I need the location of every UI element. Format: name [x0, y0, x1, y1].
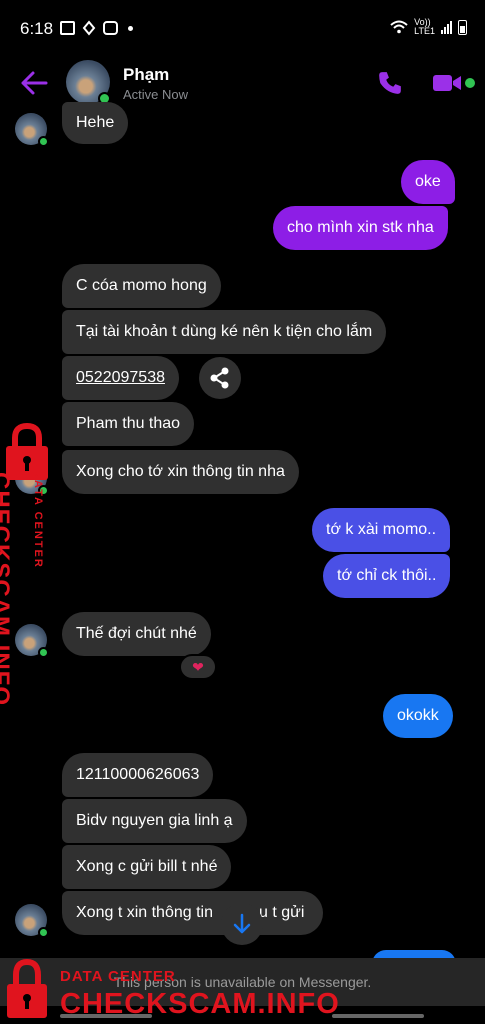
wifi-icon	[390, 20, 408, 34]
status-time: 6:18	[20, 19, 54, 38]
signal-icon	[441, 20, 452, 34]
incoming-message[interactable]: Pham thu thao	[62, 402, 195, 446]
lock-watermark-icon	[7, 958, 47, 1018]
battery-icon	[458, 19, 467, 35]
back-arrow-icon[interactable]	[20, 70, 48, 96]
outgoing-message[interactable]: cho mình xin stk nha	[273, 206, 448, 250]
status-bar: 6:18 Vo)) LTE1	[0, 0, 485, 58]
incoming-message[interactable]: Tại tài khoản t dùng ké nên k tiện cho l…	[62, 310, 387, 354]
arrow-down-icon	[233, 913, 251, 934]
lte-label: LTE1	[414, 26, 435, 36]
watermark-side-label: DATA CENTER	[32, 470, 44, 569]
phone-call-icon[interactable]	[377, 70, 403, 96]
message-text: Xong t xin thông tin	[76, 904, 213, 921]
incoming-message[interactable]: Hehe	[62, 102, 129, 144]
active-indicator	[38, 136, 49, 147]
sender-avatar[interactable]	[15, 624, 49, 658]
active-indicator	[38, 927, 49, 938]
phone-number-link[interactable]: 0522097538	[62, 356, 179, 400]
watermark-brand: CHECKSCAM.INFO	[60, 988, 340, 1020]
gallery-icon	[60, 21, 75, 35]
message-text-tail: u t gửi	[259, 904, 305, 921]
incoming-message[interactable]: 12110000626063	[62, 753, 214, 797]
incoming-message[interactable]: C cóa momo hong	[62, 264, 221, 308]
watermark-side-brand: CHECKSCAM.INFO	[0, 472, 14, 706]
contact-name[interactable]: Phạm	[123, 65, 169, 85]
video-active-dot	[465, 78, 475, 88]
outgoing-message[interactable]: tớ k xài momo..	[312, 508, 451, 552]
incoming-message[interactable]: Xong cho tớ xin thông tin nha	[62, 450, 299, 494]
contact-status: Active Now	[123, 87, 189, 102]
notification-icons	[60, 20, 133, 36]
video-call-icon[interactable]	[432, 72, 462, 94]
active-indicator	[38, 647, 49, 658]
app-icon	[82, 20, 96, 36]
sender-avatar[interactable]	[15, 113, 49, 147]
outgoing-message[interactable]: tớ chỉ ck thôi..	[323, 554, 451, 598]
scroll-to-bottom-button[interactable]	[221, 903, 263, 945]
share-button[interactable]	[199, 357, 241, 399]
nav-handle-right	[332, 1014, 424, 1018]
share-icon	[210, 367, 229, 389]
heart-reaction[interactable]: ❤	[179, 654, 217, 680]
media-icon	[103, 21, 118, 35]
system-icons: Vo)) LTE1	[390, 18, 467, 36]
watermark-label: DATA CENTER	[60, 968, 176, 985]
incoming-message[interactable]: Thế đợi chút nhé	[62, 612, 211, 656]
outgoing-message[interactable]: oke	[401, 160, 455, 204]
more-notifications-dot	[128, 25, 133, 31]
incoming-message[interactable]: Xong c gửi bill t nhé	[62, 845, 232, 889]
incoming-message[interactable]: Bidv nguyen gia linh ạ	[62, 799, 247, 843]
incoming-message[interactable]: Xong t xin thông tin u t gửi	[62, 891, 323, 935]
contact-avatar[interactable]	[66, 60, 111, 105]
sender-avatar[interactable]	[15, 904, 49, 938]
outgoing-message[interactable]: okokk	[383, 694, 453, 738]
chat-header: Phạm Active Now	[0, 58, 485, 108]
network-type: Vo)) LTE1	[414, 18, 435, 36]
